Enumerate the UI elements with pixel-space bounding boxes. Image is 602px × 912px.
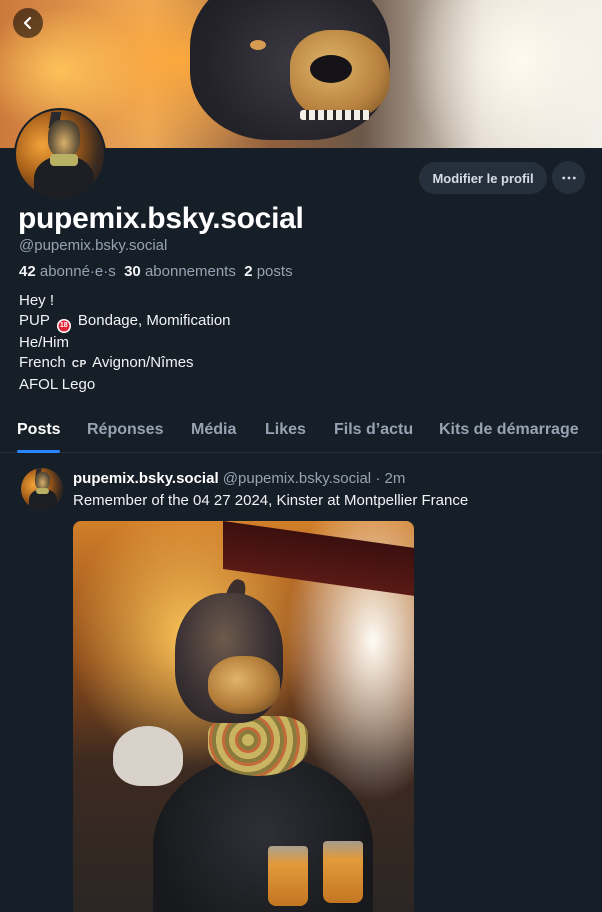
post-separator: · — [375, 470, 381, 487]
banner-nose-shape — [310, 55, 352, 83]
following-label: abonnements — [144, 263, 236, 280]
posts-count: 2 — [244, 263, 253, 280]
bio-line: PUP 18 Bondage, Momification — [19, 311, 231, 333]
tab-media[interactable]: Média — [191, 421, 236, 439]
photo-awning-shape — [223, 521, 414, 598]
feed-post[interactable]: pupemix.bsky.social @pupemix.bsky.social… — [0, 454, 602, 912]
bio-text: Bondage, Momification — [77, 312, 231, 329]
profile-tabs: Posts Réponses Média Likes Fils d’actu K… — [0, 410, 602, 453]
photo-scarf-shape — [208, 716, 308, 776]
post-text: Remember of the 04 27 2024, Kinster at M… — [73, 492, 469, 509]
following-link[interactable]: 30 abonnements — [124, 263, 236, 280]
tab-likes[interactable]: Likes — [265, 421, 306, 439]
bio-line: AFOL Lego — [19, 376, 96, 393]
bio-line: French CP Avignon/Nîmes — [19, 353, 231, 375]
profile-bio: Hey ! PUP 18 Bondage, Momification He/Hi… — [19, 291, 231, 395]
tab-replies[interactable]: Réponses — [87, 421, 163, 439]
bio-line: Hey ! — [19, 292, 55, 309]
back-button[interactable] — [13, 8, 43, 38]
posts-label: posts — [256, 263, 293, 280]
post-image[interactable] — [73, 521, 414, 912]
bio-text: PUP — [19, 312, 50, 329]
followers-link[interactable]: 42 abonné·e·s — [19, 263, 116, 280]
photo-glass-shape — [323, 841, 363, 903]
ellipsis-icon — [561, 176, 576, 179]
post-timestamp[interactable]: 2m — [384, 470, 405, 487]
profile-screen: Modifier le profil pupemix.bsky.social @… — [0, 0, 602, 912]
avatar-image — [16, 110, 104, 198]
photo-glass-shape — [268, 846, 308, 906]
edit-profile-button[interactable]: Modifier le profil — [419, 162, 547, 194]
bio-line: He/Him — [19, 334, 70, 351]
post-author-handle[interactable]: @pupemix.bsky.social — [223, 470, 371, 487]
tab-posts[interactable]: Posts — [17, 421, 61, 439]
avatar-scarf-shape — [50, 154, 78, 166]
tab-feeds[interactable]: Fils d’actu — [334, 421, 413, 439]
following-count: 30 — [124, 263, 141, 280]
photo-hat-shape — [113, 726, 183, 786]
post-author-avatar[interactable] — [21, 468, 63, 510]
chevron-left-icon — [23, 16, 32, 30]
active-tab-indicator — [17, 450, 60, 453]
banner-eye-shape — [250, 40, 266, 50]
tab-starter-packs[interactable]: Kits de démarrage — [439, 421, 579, 439]
post-header: pupemix.bsky.social @pupemix.bsky.social… — [73, 470, 405, 487]
no-under-18-icon: 18 — [56, 319, 71, 333]
profile-stats: 42 abonné·e·s 30 abonnements 2 posts — [19, 263, 293, 280]
bio-text: French — [19, 354, 66, 371]
photo-snout-shape — [208, 656, 280, 714]
profile-handle: @pupemix.bsky.social — [19, 237, 168, 254]
bio-text: Avignon/Nîmes — [92, 354, 194, 371]
followers-count: 42 — [19, 263, 36, 280]
avatar-image — [21, 468, 63, 510]
more-options-button[interactable] — [552, 161, 585, 194]
banner-teeth-shape — [300, 110, 370, 120]
profile-avatar[interactable] — [14, 108, 106, 200]
avatar-head-shape — [48, 120, 80, 158]
flag-icon: CP — [71, 359, 87, 370]
post-author-name[interactable]: pupemix.bsky.social — [73, 470, 219, 487]
avatar-scarf-shape — [36, 488, 49, 494]
followers-label: abonné·e·s — [39, 263, 116, 280]
profile-display-name: pupemix.bsky.social — [18, 202, 304, 235]
